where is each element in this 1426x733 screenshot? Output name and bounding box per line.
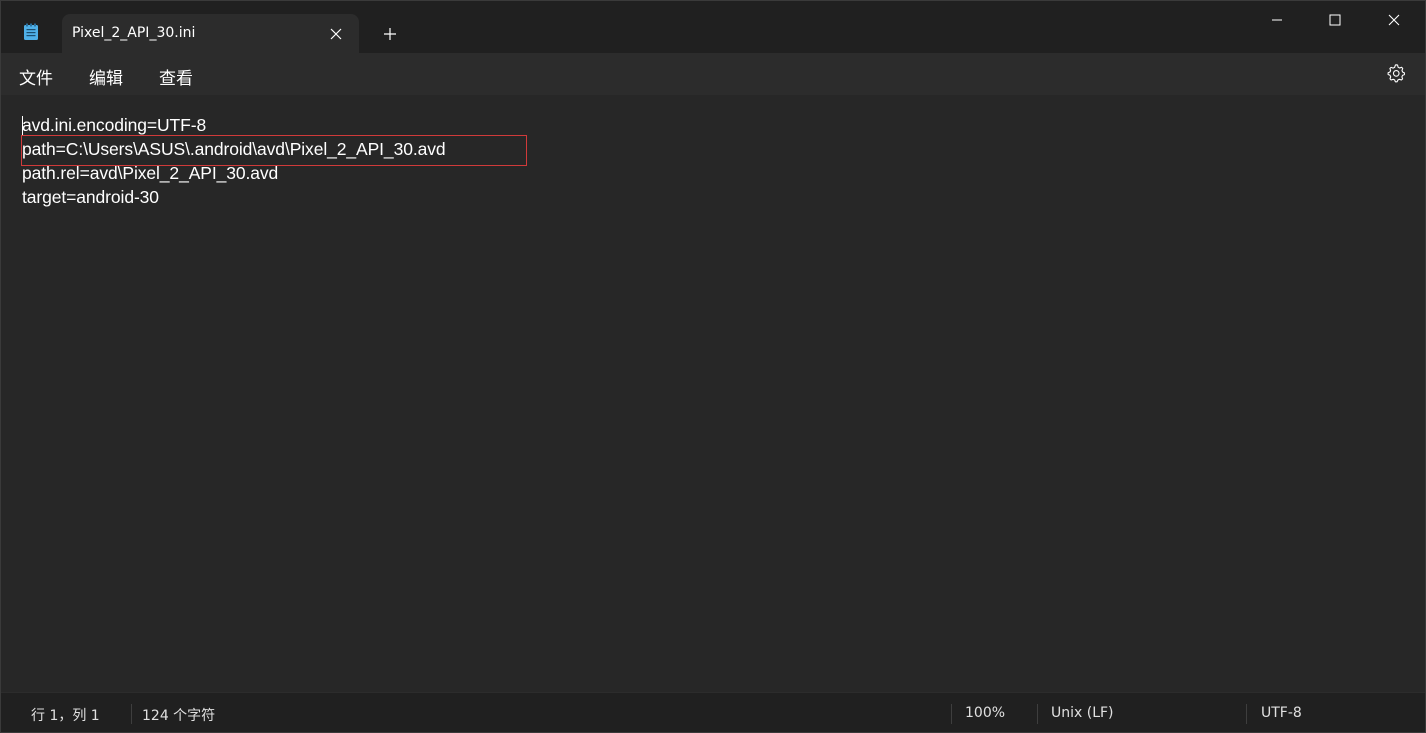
- maximize-button[interactable]: [1307, 1, 1365, 39]
- menu-edit[interactable]: 编辑: [89, 64, 123, 89]
- status-divider: [951, 704, 952, 724]
- highlight-annotation-box: [21, 135, 527, 166]
- maximize-icon: [1329, 14, 1341, 26]
- minimize-icon: [1272, 19, 1282, 21]
- editor-line-1[interactable]: avd.ini.encoding=UTF-8: [22, 115, 206, 136]
- file-encoding[interactable]: UTF-8: [1261, 705, 1302, 721]
- close-icon: [1388, 14, 1400, 26]
- close-icon[interactable]: [329, 26, 343, 40]
- notepad-icon: [23, 23, 39, 41]
- status-bar: 行 1，列 1 124 个字符 100% Unix (LF) UTF-8: [1, 692, 1425, 732]
- line-ending[interactable]: Unix (LF): [1051, 705, 1114, 721]
- menu-file[interactable]: 文件: [19, 64, 53, 89]
- editor-line-4[interactable]: target=android-30: [22, 187, 159, 208]
- status-divider: [1246, 704, 1247, 724]
- minimize-button[interactable]: [1249, 1, 1307, 39]
- menu-bar: 文件 编辑 查看: [1, 53, 1425, 95]
- menu-view[interactable]: 查看: [159, 64, 193, 89]
- title-bar[interactable]: Pixel_2_API_30.ini: [1, 1, 1425, 53]
- text-editor[interactable]: avd.ini.encoding=UTF-8 path=C:\Users\ASU…: [1, 95, 1425, 692]
- close-window-button[interactable]: [1366, 1, 1424, 39]
- notepad-window: Pixel_2_API_30.ini 文件 编辑 查看 avd.ini.enco…: [0, 0, 1426, 733]
- character-count: 124 个字符: [142, 708, 216, 724]
- plus-icon[interactable]: [383, 26, 397, 40]
- zoom-level[interactable]: 100%: [965, 705, 1005, 721]
- status-divider: [1037, 704, 1038, 724]
- gear-icon[interactable]: [1386, 63, 1406, 83]
- editor-line-3[interactable]: path.rel=avd\Pixel_2_API_30.avd: [22, 163, 278, 184]
- status-divider: [131, 704, 132, 724]
- cursor-position[interactable]: 行 1，列 1: [31, 705, 100, 725]
- tab-active-file[interactable]: Pixel_2_API_30.ini: [62, 14, 359, 53]
- tab-title: Pixel_2_API_30.ini: [72, 25, 196, 41]
